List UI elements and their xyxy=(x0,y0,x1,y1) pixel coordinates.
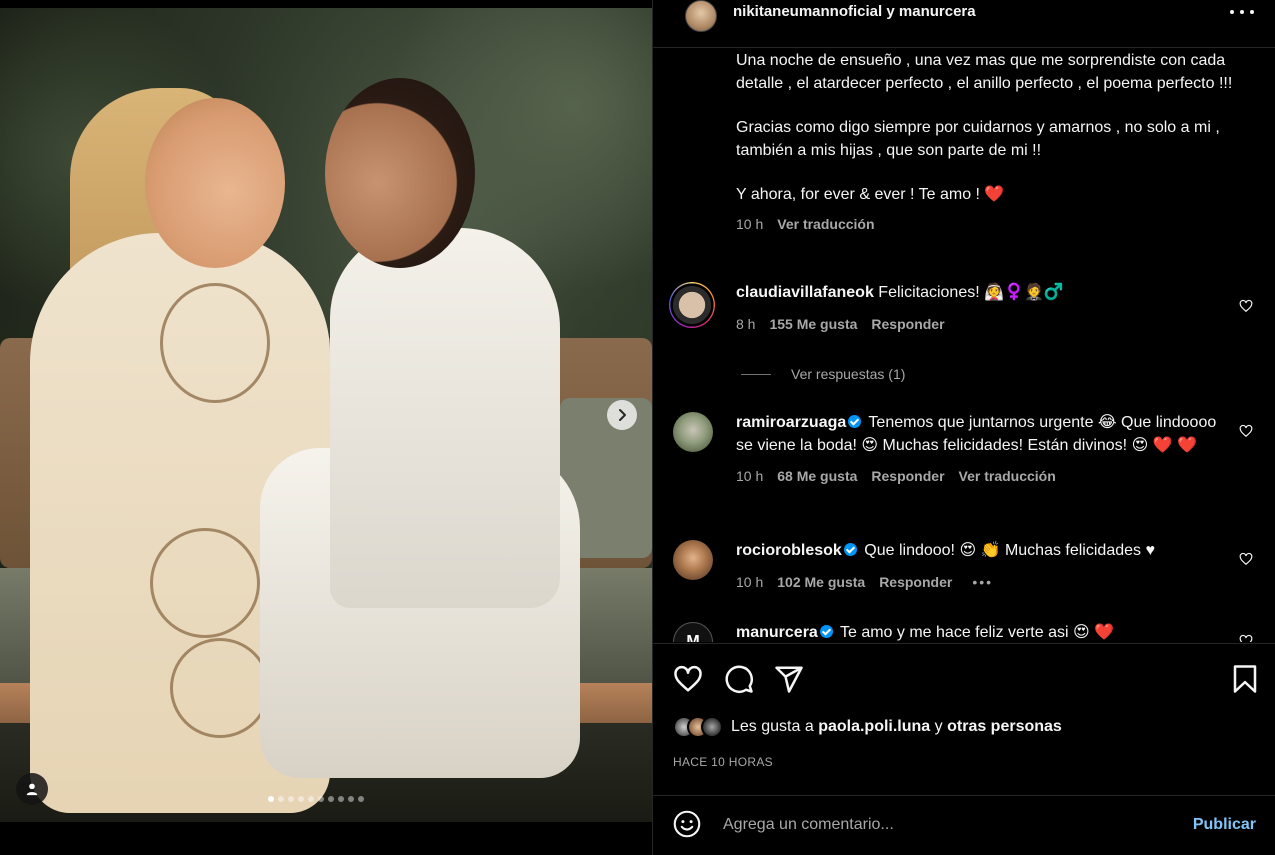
comments-list[interactable]: Una noche de ensueño , una vez mas que m… xyxy=(653,48,1275,642)
comment-icon[interactable] xyxy=(724,664,754,694)
carousel-dot xyxy=(278,796,284,802)
user-tag-icon xyxy=(26,783,38,796)
liker-username[interactable]: paola.poli.luna xyxy=(818,718,930,735)
chevron-right-icon xyxy=(619,409,626,421)
author-avatar[interactable] xyxy=(685,0,717,32)
comment-avatar[interactable] xyxy=(669,282,715,328)
carousel-next-button[interactable] xyxy=(607,400,637,430)
comment-meta: 10 h 68 Me gusta Responder Ver traducció… xyxy=(736,465,1226,488)
carousel-dot xyxy=(358,796,364,802)
comment-more-button[interactable]: ••• xyxy=(972,571,993,594)
post-timestamp[interactable]: HACE 10 HORAS xyxy=(673,755,773,769)
comment-text: Que lindooo! 😍 👏 Muchas felicidades ♥ xyxy=(864,542,1155,559)
comment-username[interactable]: manurcera xyxy=(736,624,818,641)
comment-likes[interactable]: 68 Me gusta xyxy=(777,465,857,488)
caption-translate-link[interactable]: Ver traducción xyxy=(777,213,874,236)
heart-icon[interactable] xyxy=(1239,634,1253,642)
comment-likes[interactable]: 155 Me gusta xyxy=(769,313,857,336)
photo-man xyxy=(330,228,560,608)
carousel-dot xyxy=(298,796,304,802)
liker-avatar xyxy=(701,716,723,738)
author-username[interactable]: nikitaneumannoficial xyxy=(733,3,882,20)
post-side-panel: nikitaneumannoficial y manurcera Una noc… xyxy=(652,0,1275,855)
comment-avatar[interactable] xyxy=(673,540,713,580)
comment-text: Te amo y me hace feliz verte asi 😍 ❤️ xyxy=(839,624,1115,641)
verified-badge-icon xyxy=(843,543,857,556)
comment-translate-link[interactable]: Ver traducción xyxy=(959,465,1056,488)
likes-summary: Les gusta a paola.poli.luna y otras pers… xyxy=(673,716,1062,738)
bookmark-icon[interactable] xyxy=(1230,664,1260,694)
carousel-dot xyxy=(348,796,354,802)
carousel-dot xyxy=(308,796,314,802)
heart-icon[interactable] xyxy=(1239,424,1253,438)
comment-text: Felicitaciones! 👰♀️🤵♂️ xyxy=(878,284,1064,301)
more-icon xyxy=(1230,10,1234,14)
collaborator-username[interactable]: manurcera xyxy=(899,3,976,20)
reply-button[interactable]: Responder xyxy=(871,465,944,488)
user-tag-button[interactable] xyxy=(16,773,48,805)
comment-likes[interactable]: 102 Me gusta xyxy=(777,571,865,594)
comment-avatar[interactable] xyxy=(673,412,713,452)
share-icon[interactable] xyxy=(774,664,804,694)
carousel-dot xyxy=(338,796,344,802)
likes-prefix: Les gusta a xyxy=(731,718,814,735)
comment-input[interactable] xyxy=(723,812,1163,838)
caption-paragraph-1: Una noche de ensueño , una vez mas que m… xyxy=(736,52,1233,92)
comment-time[interactable]: 8 h xyxy=(736,313,755,336)
post-authors: nikitaneumannoficial y manurcera xyxy=(733,3,976,20)
verified-badge-icon xyxy=(848,415,862,428)
heart-icon[interactable] xyxy=(1239,552,1253,566)
post-header: nikitaneumannoficial y manurcera xyxy=(653,0,1275,48)
add-comment-bar: Publicar xyxy=(653,795,1275,855)
heart-icon[interactable] xyxy=(1239,299,1253,313)
caption-meta: 10 h Ver traducción xyxy=(736,213,1246,236)
heart-icon[interactable] xyxy=(673,664,703,694)
likes-suffix: y xyxy=(934,718,943,735)
comment-avatar[interactable]: M xyxy=(673,622,713,642)
caption-paragraph-3: Y ahora, for ever & ever ! Te amo ! ❤️ xyxy=(736,186,1005,203)
more-options-button[interactable] xyxy=(1230,10,1254,16)
verified-badge-icon xyxy=(819,625,833,638)
authors-connector: y xyxy=(886,3,895,20)
comment-meta: 8 h 155 Me gusta Responder xyxy=(736,313,1226,336)
post-media xyxy=(0,0,652,855)
caption-time[interactable]: 10 h xyxy=(736,213,763,236)
comment-meta: 10 h 102 Me gusta Responder ••• xyxy=(736,571,1226,594)
carousel-dot xyxy=(328,796,334,802)
other-likers-link[interactable]: otras personas xyxy=(947,718,1062,735)
post-caption: Una noche de ensueño , una vez mas que m… xyxy=(736,50,1246,235)
comment-username[interactable]: ramiroarzuaga xyxy=(736,414,846,431)
comment-time[interactable]: 10 h xyxy=(736,465,763,488)
view-replies-toggle[interactable]: Ver respuestas (1) xyxy=(741,366,905,382)
carousel-dot xyxy=(288,796,294,802)
comment-time[interactable]: 10 h xyxy=(736,571,763,594)
caption-paragraph-2: Gracias como digo siempre por cuidarnos … xyxy=(736,119,1220,159)
comment-username[interactable]: rocioroblesok xyxy=(736,542,842,559)
carousel-dot xyxy=(268,796,274,802)
comment-username[interactable]: claudiavillafaneok xyxy=(736,284,874,301)
carousel-indicator xyxy=(268,796,364,802)
emoji-icon[interactable] xyxy=(673,810,701,838)
post-actions: Les gusta a paola.poli.luna y otras pers… xyxy=(653,643,1275,783)
carousel-dot xyxy=(318,796,324,802)
post-photo[interactable] xyxy=(0,8,652,822)
reply-button[interactable]: Responder xyxy=(871,313,944,336)
view-replies-label: Ver respuestas (1) xyxy=(791,366,906,382)
publish-button[interactable]: Publicar xyxy=(1193,816,1256,834)
reply-button[interactable]: Responder xyxy=(879,571,952,594)
